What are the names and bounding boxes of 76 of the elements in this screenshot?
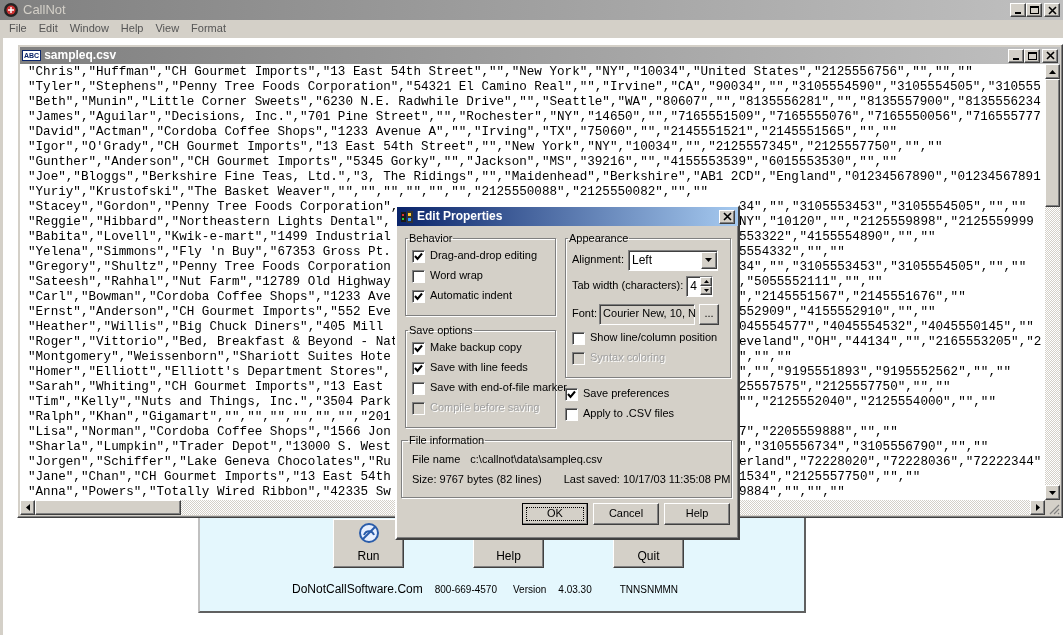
spinner-value: 4: [690, 278, 698, 294]
csv-line-text: 552909","4155552910","","": [739, 305, 936, 320]
file-path: c:\callnot\data\sampleq.csv: [470, 453, 603, 467]
csv-line-text: "Heather","Willis","Big Chuck Diners","405 Mill: [28, 320, 384, 335]
csv-line-text: erland","72228020","72228036","72222344": [739, 455, 1042, 470]
last-saved: Last saved: 10/17/03 11:35:08 PM: [563, 473, 731, 487]
csv-line-text: 553322","4155554890","","": [739, 230, 936, 245]
csv-line-text: 045554577","4045554532","4045550145","": [739, 320, 1034, 335]
csv-line-text: "Homer","Elliott","Elliott's Department Stores",: [28, 365, 391, 380]
csv-line-text: "Tim","Kelly","Nuts and Things, Inc.","3504 Park: [28, 395, 391, 410]
csv-line-text: "James","Aguilar","Decisions, Inc.","701 Pine Street","","Rochester","NY","14650","","7165551509","7165555076","7165550056","716555777: [28, 110, 1041, 125]
csv-line-text: "Stacey","Gordon","Penny Tree Foods Corporation",: [28, 200, 399, 215]
checkbox-label: Word wrap: [430, 269, 483, 283]
csv-line-text: ,"5055552111","","": [739, 275, 883, 290]
checkbox-label: Make backup copy: [430, 341, 522, 355]
group-title: Appearance: [568, 232, 630, 244]
field-label: Alignment:: [572, 253, 624, 267]
csv-line-text: "Ernst","Anderson","CH Gourmet Imports","552 Eve: [28, 305, 391, 320]
csv-line-text: "Beth","Munin","Little Corner Sweets","6230 N.E. Radwhile Drive","","Seattle","WA","80607","","8135556281","","8135557900","8135556234: [28, 95, 1041, 110]
csv-line-text: 7","2205559888","","": [739, 425, 898, 440]
csv-line-text: "Tyler","Stephens","Penny Tree Foods Corporation","54321 El Camino Real","","Irvine","CA","90034","","3105554590","3105554505","310555: [28, 80, 1041, 95]
csv-line-text: "Lisa","Norman","Cordoba Coffee Shops","1566 Jon: [28, 425, 391, 440]
csv-line-text: ","","": [739, 350, 792, 365]
group-title: File information: [408, 434, 486, 446]
csv-line-text: ","2145551567","2145551676","": [739, 290, 966, 305]
checkbox-label: Drag-and-drop editing: [430, 249, 537, 263]
group-title: Save options: [408, 324, 474, 336]
csv-line-text: 34","","3105553453","3105554505","","": [739, 260, 1027, 275]
csv-line-text: "Sharla","Lumpkin","Trader Depot","13000 S. West: [28, 440, 391, 455]
csv-line-text: "Chris","Huffman","CH Gourmet Imports","13 East 54th Street","","New York","NY","10034","United States","2125556756","","","": [28, 65, 973, 80]
csv-line-text: "","2125552040","2125554000","","": [739, 395, 996, 410]
checkbox-label: Save preferences: [583, 387, 670, 401]
csv-line-text: "Babita","Lovell","Kwik-e-mart","1499 Industrial: [28, 230, 391, 245]
dialog-title: Edit Properties: [417, 209, 503, 224]
version-number: 4.03.30: [558, 584, 592, 596]
csv-line-text: "Yuriy","Krustofski","The Basket Weaver","","","","","","","2125550088","2125550082","","": [28, 185, 709, 200]
csv-line-text: "Carl","Bowman","Cordoba Coffee Shops","1233 Ave: [28, 290, 391, 305]
csv-line-text: "Yelena","Simmons","Fly 'n Buy","67353 Gross Pt.: [28, 245, 391, 260]
csv-line-text: eveland","OH","44134","","2165553205","2: [739, 335, 1042, 350]
csv-line-text: "Montgomery","Weissenborn","Shariott Suites Hote: [28, 350, 391, 365]
csv-line-text: "Jorgen","Schiffer","Lake Geneva Chocolates","Ru: [28, 455, 391, 470]
csv-line-text: "Igor","O'Grady","CH Gourmet Imports","13 East 54th Street","","New York","NY","10034","","2125557345","2125557750","","": [28, 140, 943, 155]
csv-line-text: "Anna","Powers","Totally Wired Ribbon","42335 Sw: [28, 485, 391, 500]
csv-line-text: "Reggie","Hibbard","Northeastern Lights Dental",: [28, 215, 391, 230]
file-size: Size: 9767 bytes (82 lines): [412, 473, 542, 487]
csv-line-text: 25557575","2125557750","","": [739, 380, 951, 395]
registration-code: TNNSNMMN: [619, 584, 679, 596]
csv-line-text: ","3105556734","3105556790","","": [739, 440, 989, 455]
csv-line-text: NY","10120","","2125559898","2125559999: [739, 215, 1034, 230]
csv-line-text: ","","9195551893","9195552562","","": [739, 365, 1012, 380]
csv-line-text: "Sateesh","Rahhal","Nut Farm","12789 Old Highway: [28, 275, 391, 290]
editor-title: sampleq.csv: [44, 48, 117, 63]
csv-line-text: 9884","","","": [739, 485, 845, 500]
checkbox-label: Save with line feeds: [430, 361, 528, 375]
csv-line-text: "Joe","Bloggs","Berkshire Fine Teas, Ltd.","3, The Ridings","","Maidenhead","Berkshire","AB1 2CD","England","01234567890","01234567891: [28, 170, 1041, 185]
phone-number: 800-669-4570: [434, 584, 497, 596]
group-title: Behavior: [408, 232, 454, 244]
csv-line-text: "Sarah","Whiting","CH Gourmet Imports","13 East: [28, 380, 384, 395]
csv-line-text: "Ralph","Khan","Gigamart","","","","","","","201: [28, 410, 391, 425]
field-label: File name: [412, 453, 461, 467]
csv-line-text: 5554332","","": [739, 245, 845, 260]
field-label: Tab width (characters):: [572, 279, 684, 293]
csv-line-text: "Gunther","Anderson","CH Gourmet Imports","5345 Gorky","","Jackson","MS","39216","","4155553539","6015553530","","": [28, 155, 898, 170]
checkbox-label: Apply to .CSV files: [583, 407, 675, 421]
csv-line-text: "David","Actman","Cordoba Coffee Shops","1233 Avenue A","","Irving","TX","75060","","2145551521","2145551565","","": [28, 125, 898, 140]
checkbox-label: Automatic indent: [430, 289, 512, 303]
field-label: Font:: [572, 307, 598, 321]
checkbox-label: Show line/column position: [590, 331, 718, 345]
version-label: Version: [513, 584, 547, 596]
checkbox-label: Save with end-of-file marker: [430, 381, 567, 395]
csv-line-text: 1534","2125557750","","": [739, 470, 921, 485]
csv-line-text: "Gregory","Shultz","Penny Tree Foods Corporation: [28, 260, 391, 275]
dropdown-value: Left: [632, 252, 653, 268]
csv-line-text: 34","","3105553453","3105554505","","": [739, 200, 1027, 215]
csv-line-text: "Jane","Chan","CH Gourmet Imports","13 East 54th: [28, 470, 391, 485]
app-title: CallNot: [23, 2, 66, 18]
